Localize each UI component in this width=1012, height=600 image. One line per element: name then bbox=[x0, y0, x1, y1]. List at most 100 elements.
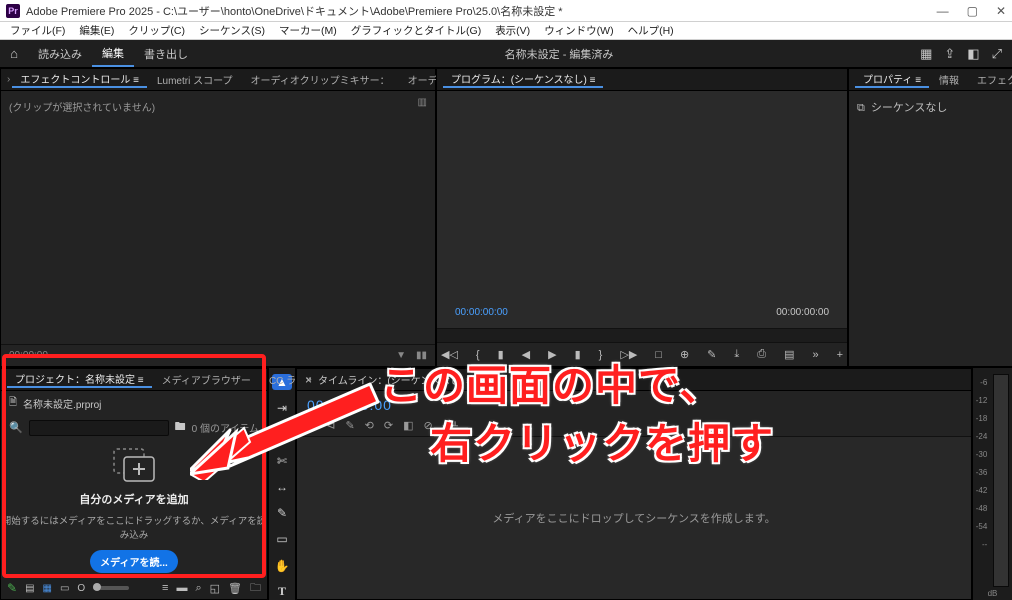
window-close-button[interactable]: ✕ bbox=[996, 4, 1006, 18]
search-icon[interactable]: 🔍 bbox=[9, 421, 23, 434]
home-button[interactable]: ⌂ bbox=[0, 46, 28, 61]
meter-tick: -18 bbox=[976, 414, 988, 423]
tab-program[interactable]: プログラム：(シーケンスなし) ≡ bbox=[443, 71, 603, 88]
tab-effects[interactable]: エフェクト bbox=[969, 72, 1012, 87]
razor-tool[interactable]: ✄ bbox=[272, 453, 292, 469]
prog-step-back-icon[interactable]: ▮ bbox=[494, 348, 508, 361]
tab-effect-controls[interactable]: エフェクトコントロール ≡ bbox=[12, 71, 147, 88]
snap-icon[interactable]: ⊳ bbox=[307, 419, 316, 432]
prog-lift-icon[interactable]: □ bbox=[651, 349, 666, 361]
prog-go-to-out-icon[interactable]: ▷▶ bbox=[616, 348, 641, 361]
workspace-edit[interactable]: 編集 bbox=[92, 40, 134, 67]
zoom-slider-label: O bbox=[77, 583, 85, 594]
prog-tool-icon[interactable]: ✎ bbox=[703, 348, 720, 361]
tab-lumetri-scopes[interactable]: Lumetri スコープ bbox=[149, 72, 241, 87]
panel-menu-icon[interactable]: ▥ bbox=[418, 97, 427, 108]
tab-properties[interactable]: プロパティ ≡ bbox=[855, 71, 929, 88]
menu-view[interactable]: 表示(V) bbox=[495, 23, 530, 38]
no-sequence-label: シーケンスなし bbox=[871, 102, 947, 114]
tab-project[interactable]: プロジェクト：名称未設定 ≡ bbox=[7, 371, 152, 388]
window-maximize-button[interactable]: ▢ bbox=[967, 4, 978, 18]
prog-play-back-icon[interactable]: ◀ bbox=[518, 348, 534, 361]
timeline-panel[interactable]: × タイムライン：(シーケンスなし) ≡ 00:00:00:00 ⊳ ⊲ ✎ ⟲… bbox=[296, 368, 972, 600]
prog-add-button-icon[interactable]: + bbox=[833, 349, 847, 361]
menu-marker[interactable]: マーカー(M) bbox=[279, 23, 337, 38]
audio-meter-panel: -6 -12 -18 -24 -30 -36 -42 -48 -54 -- dB bbox=[972, 368, 1012, 600]
menu-sequence[interactable]: シーケンス(S) bbox=[199, 23, 265, 38]
track-select-tool[interactable]: ⇥ bbox=[272, 400, 292, 416]
list-view-icon[interactable]: ▤ bbox=[25, 583, 34, 594]
prog-add-marker-icon[interactable]: ⊕ bbox=[676, 348, 693, 361]
prog-mark-in-icon[interactable]: { bbox=[472, 349, 484, 361]
rectangle-tool[interactable]: ▭ bbox=[272, 531, 292, 547]
sort-icon[interactable]: ≡ bbox=[162, 582, 168, 594]
program-monitor-view[interactable]: 00:00:00:00 00:00:00:00 bbox=[437, 91, 847, 328]
menu-clip[interactable]: クリップ(C) bbox=[128, 23, 185, 38]
prog-export-frame-icon[interactable]: ⤓ bbox=[730, 348, 743, 361]
thumbnail-zoom-slider[interactable] bbox=[93, 586, 129, 590]
prog-settings-icon[interactable]: ▤ bbox=[780, 348, 798, 361]
program-scrubber[interactable] bbox=[437, 328, 847, 342]
timeline-drop-area[interactable]: メディアをここにドロップしてシーケンスを作成します。 bbox=[297, 436, 971, 599]
prog-mark-out-icon[interactable]: } bbox=[595, 349, 607, 361]
prog-compare-icon[interactable]: ⎙ bbox=[753, 348, 770, 361]
wrench-icon[interactable]: ⊘ bbox=[424, 419, 433, 432]
menu-window[interactable]: ウィンドウ(W) bbox=[544, 23, 613, 38]
timeline-view-icon[interactable]: ▮▮ bbox=[416, 350, 427, 361]
tab-audio-clip-mixer[interactable]: オーディオクリップミキサー： bbox=[243, 72, 398, 87]
icon-view-icon[interactable]: ▦ bbox=[43, 583, 52, 594]
quick-export-icon[interactable]: ▦ bbox=[920, 46, 932, 62]
extra-icon[interactable]: ᚊ bbox=[443, 419, 458, 432]
tab-media-browser[interactable]: メディアブラウザー bbox=[154, 372, 259, 387]
prog-step-fwd-icon[interactable]: ▮ bbox=[571, 348, 585, 361]
menu-graphics[interactable]: グラフィックとタイトル(G) bbox=[351, 23, 481, 38]
tab-info[interactable]: 情報 bbox=[931, 72, 967, 87]
share-icon[interactable]: ⇪ bbox=[944, 46, 955, 62]
settings-a-icon[interactable]: ⟲ bbox=[365, 419, 374, 432]
pen-tool[interactable]: ✎ bbox=[272, 505, 292, 521]
menu-help[interactable]: ヘルプ(H) bbox=[628, 23, 674, 38]
window-minimize-button[interactable]: — bbox=[937, 4, 949, 18]
prog-play-icon[interactable]: ▶ bbox=[544, 348, 560, 361]
find-icon[interactable]: ⌕ bbox=[195, 582, 201, 595]
tab-timeline[interactable]: タイムライン：(シーケンスなし) ≡ bbox=[318, 372, 472, 387]
timeline-timecode[interactable]: 00:00:00:00 bbox=[297, 391, 971, 419]
settings-b-icon[interactable]: ⟳ bbox=[384, 419, 393, 432]
new-item-icon[interactable]: 🗀 bbox=[250, 579, 261, 598]
linked-selection-icon[interactable]: ⊲ bbox=[326, 419, 335, 432]
timeline-header-controls: ⊳ ⊲ ✎ ⟲ ⟳ ◧ ⊘ ᚊ bbox=[297, 419, 971, 436]
menu-file[interactable]: ファイル(F) bbox=[10, 23, 65, 38]
slip-tool[interactable]: ↔ bbox=[272, 479, 292, 495]
filter-icon[interactable]: ▼ bbox=[396, 350, 406, 361]
cc-icon[interactable]: ◧ bbox=[403, 419, 413, 432]
project-search-input[interactable] bbox=[29, 420, 169, 436]
workspace-export[interactable]: 書き出し bbox=[134, 40, 198, 67]
project-tabs-overflow-icon[interactable]: » bbox=[306, 374, 320, 385]
project-empty-state[interactable]: 自分のメディアを追加 開始するにはメディアをここにドラッグするか、メディアを読み… bbox=[1, 443, 267, 577]
new-bin-icon[interactable]: ◱ bbox=[210, 582, 220, 595]
ripple-edit-tool[interactable]: ⇆ bbox=[272, 426, 292, 442]
hand-tool[interactable]: ✋ bbox=[272, 558, 292, 574]
meter-tick: -24 bbox=[976, 432, 988, 441]
fullscreen-icon[interactable]: ⤢ bbox=[992, 46, 1002, 62]
workspace-import[interactable]: 読み込み bbox=[28, 40, 92, 67]
clear-icon[interactable]: 🗑 bbox=[228, 582, 242, 595]
freeform-view-icon[interactable]: ▭ bbox=[60, 583, 69, 594]
type-tool[interactable]: T bbox=[272, 584, 292, 600]
automate-icon[interactable]: ▬ bbox=[176, 582, 187, 594]
bin-icon[interactable]: 🖿 bbox=[175, 418, 186, 437]
project-panel[interactable]: プロジェクト：名称未設定 ≡ メディアブラウザー CC ラ » 🗎 名称未設定.… bbox=[0, 368, 268, 600]
prog-more-icon[interactable]: » bbox=[808, 349, 822, 361]
prog-go-to-in-icon[interactable]: ◀◁ bbox=[437, 348, 462, 361]
app-menu-bar[interactable]: ファイル(F) 編集(E) クリップ(C) シーケンス(S) マーカー(M) グ… bbox=[0, 22, 1012, 40]
tab-cc-libraries[interactable]: CC ラ bbox=[261, 372, 304, 387]
marker-icon[interactable]: ✎ bbox=[345, 419, 354, 432]
workspace-layout-icon[interactable]: ◧ bbox=[967, 46, 979, 62]
menu-edit[interactable]: 編集(E) bbox=[79, 23, 114, 38]
meter-tick: -42 bbox=[976, 486, 988, 495]
import-media-button[interactable]: メディアを読... bbox=[90, 550, 178, 573]
item-count-label: 0 個のアイテム bbox=[192, 420, 259, 435]
no-sequence-icon: ⧉ bbox=[857, 102, 865, 114]
program-timecode-right: 00:00:00:00 bbox=[776, 307, 829, 318]
timeline-drop-hint: メディアをここにドロップしてシーケンスを作成します。 bbox=[492, 510, 775, 526]
